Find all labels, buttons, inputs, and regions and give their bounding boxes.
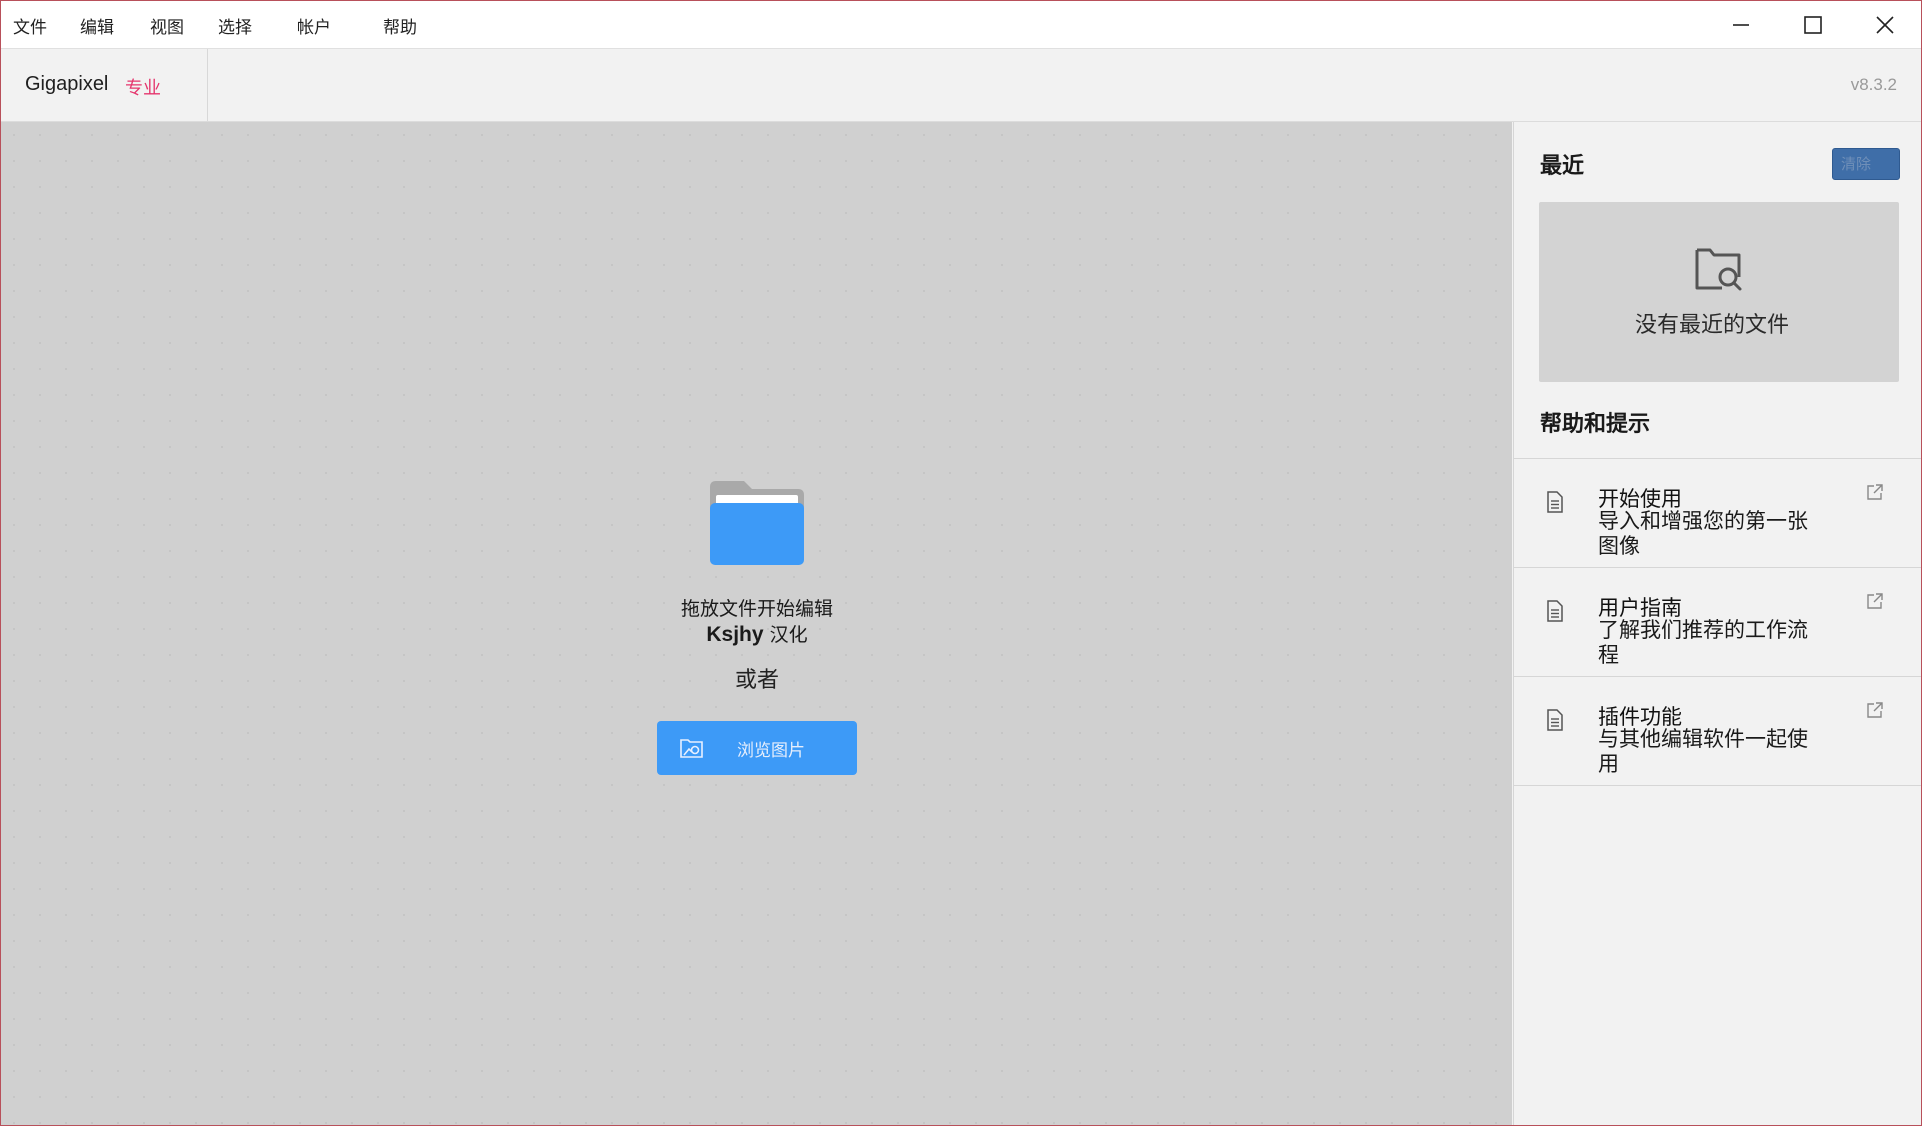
help-list: 开始使用 导入和增强您的第一张图像 用户指南 了解我们推荐的工作流程 插件功能 …: [1514, 458, 1921, 786]
help-item-getting-started[interactable]: 开始使用 导入和增强您的第一张图像: [1514, 458, 1921, 567]
help-item-desc: 了解我们推荐的工作流程: [1598, 618, 1808, 667]
drop-instructions: 拖放文件开始编辑: [680, 598, 833, 620]
menu-bar: 文件 编辑 视图 选择 帐户 帮助: [1, 1, 1921, 49]
help-item-plugins[interactable]: 插件功能 与其他编辑软件一起使用: [1514, 676, 1921, 786]
side-panel: 最近 清除 没有最近的文件 帮助和提示 开始使用 导入和增强您的第一张图像 用户…: [1513, 122, 1921, 1125]
no-recent-files-text: 没有最近的文件: [1634, 313, 1789, 338]
image-folder-icon: [680, 739, 703, 758]
document-icon: [1547, 600, 1563, 622]
credit-author: Ksjhy: [706, 623, 764, 646]
app-logo: Gigapixel 专业: [1, 49, 208, 121]
menu-select[interactable]: 选择: [218, 13, 252, 38]
browse-images-button[interactable]: 浏览图片: [657, 721, 857, 775]
version-label: v8.3.2: [1850, 75, 1897, 94]
localization-credit: Ksjhy 汉化: [557, 620, 957, 647]
document-icon: [1547, 709, 1563, 731]
maximize-button[interactable]: [1778, 1, 1848, 48]
help-item-desc: 导入和增强您的第一张图像: [1598, 509, 1808, 558]
external-link-icon[interactable]: [1866, 483, 1884, 501]
drop-zone[interactable]: 拖放文件开始编辑 Ksjhy 汉化 或者 浏览图片: [1, 122, 1512, 1125]
document-icon: [1547, 491, 1563, 513]
help-heading: 帮助和提示: [1540, 412, 1651, 437]
menu-edit[interactable]: 编辑: [80, 13, 114, 38]
browse-images-label: 浏览图片: [737, 741, 805, 761]
minimize-button[interactable]: [1706, 1, 1776, 48]
close-icon: [1876, 15, 1894, 34]
help-item-user-guide[interactable]: 用户指南 了解我们推荐的工作流程: [1514, 567, 1921, 676]
maximize-icon: [1804, 15, 1822, 34]
close-button[interactable]: [1850, 1, 1920, 48]
minimize-icon: [1733, 23, 1749, 26]
menu-file[interactable]: 文件: [13, 13, 47, 38]
folder-search-icon: [1695, 248, 1742, 291]
recent-heading: 最近: [1540, 154, 1585, 179]
app-name: Gigapixel: [25, 73, 109, 95]
edition-badge: 专业: [125, 78, 161, 99]
help-item-desc: 与其他编辑软件一起使用: [1598, 727, 1808, 776]
menu-view[interactable]: 视图: [150, 13, 184, 38]
app-header: Gigapixel 专业 v8.3.2: [1, 49, 1921, 122]
recent-files-empty: 没有最近的文件: [1539, 202, 1899, 382]
or-separator: 或者: [734, 668, 779, 693]
folder-icon: [710, 481, 804, 565]
menu-help[interactable]: 帮助: [383, 13, 417, 38]
menu-account[interactable]: 帐户: [297, 13, 331, 38]
credit-suffix: 汉化: [763, 624, 808, 646]
external-link-icon[interactable]: [1866, 592, 1884, 610]
external-link-icon[interactable]: [1866, 701, 1884, 719]
clear-recent-button[interactable]: 清除: [1832, 148, 1900, 180]
app-window: 文件 编辑 视图 选择 帐户 帮助 Gigapixel 专业 v8.3.2 拖放…: [0, 0, 1922, 1126]
